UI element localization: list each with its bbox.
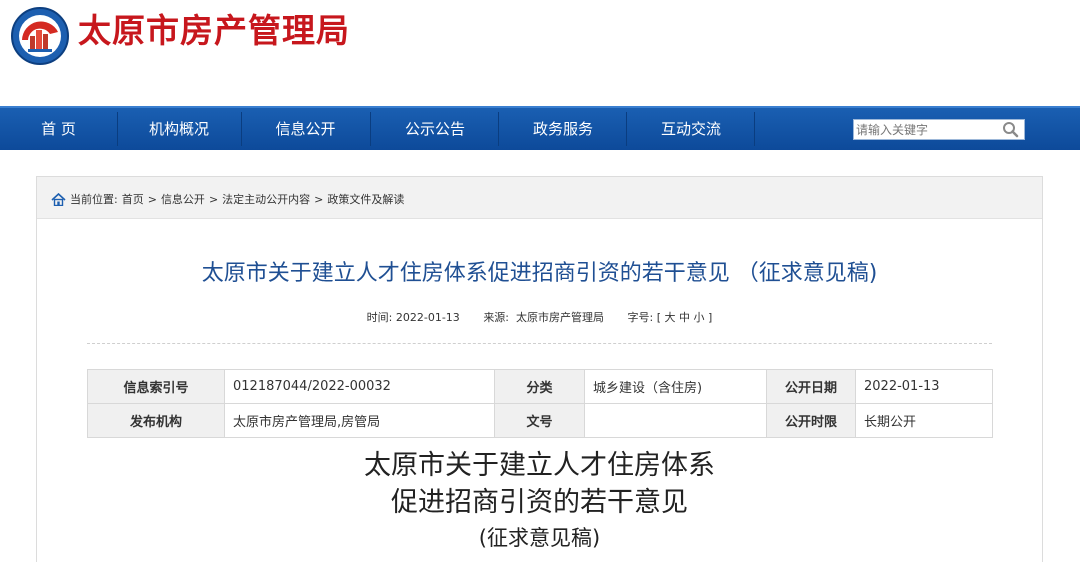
nav-item-gov-services[interactable]: 政务服务 [500,108,626,150]
content-panel: 当前位置: 首页 > 信息公开 > 法定主动公开内容 > 政策文件及解读 太原市… [36,176,1043,562]
value-index-number: 012187044/2022-00032 [224,369,495,404]
main-nav: 首 页 机构概况 信息公开 公示公告 政务服务 互动交流 [0,106,1080,150]
article-meta: 时间: 2022-01-13 来源: 太原市房产管理局 字号: [ 大 中 小 … [37,309,1042,325]
nav-separator [498,112,499,146]
source: 来源: 太原市房产管理局 [483,311,604,324]
breadcrumb: 当前位置: 首页 > 信息公开 > 法定主动公开内容 > 政策文件及解读 [51,191,404,207]
nav-item-interaction[interactable]: 互动交流 [628,108,754,150]
breadcrumb-link-statutory[interactable]: 法定主动公开内容 [222,191,310,207]
font-size-control: 字号: [ 大 中 小 ] [628,311,713,324]
search-input[interactable] [856,120,996,139]
label-category: 分类 [494,369,585,404]
nav-item-info-disclosure[interactable]: 信息公开 [243,108,368,150]
label-publish-date: 公开日期 [766,369,856,404]
breadcrumb-bar: 当前位置: 首页 > 信息公开 > 法定主动公开内容 > 政策文件及解读 [37,177,1042,219]
font-size-options[interactable]: [ 大 中 小 ] [657,311,713,324]
breadcrumb-link-home[interactable]: 首页 [122,191,144,207]
nav-separator [117,112,118,146]
source-value: 太原市房产管理局 [516,311,605,324]
breadcrumb-separator: > [314,192,324,206]
value-category: 城乡建设（含住房) [584,369,767,404]
nav-item-about[interactable]: 机构概况 [119,108,239,150]
table-row: 发布机构 太原市房产管理局,房管局 文号 公开时限 长期公开 [87,403,993,438]
document-subtitle: (征求意见稿) [478,526,601,550]
document-title-line2: 促进招商引资的若干意见 [391,487,688,518]
breadcrumb-prefix: 当前位置: [70,193,118,206]
breadcrumb-separator: > [208,192,219,206]
time-value: 2022-01-13 [395,311,460,324]
nav-item-announcements[interactable]: 公示公告 [372,108,498,150]
site-header: 太原市房产管理局 [0,0,1080,106]
document-title-line1: 太原市关于建立人才住房体系 [364,450,715,481]
font-size-label: 字号: [627,311,654,324]
label-disclosure-period: 公开时限 [766,403,856,438]
publish-time: 时间: 2022-01-13 [367,311,460,324]
label-publisher: 发布机构 [87,403,225,438]
label-doc-number: 文号 [494,403,585,438]
label-index-number: 信息索引号 [87,369,225,404]
nav-separator [626,112,627,146]
breadcrumb-separator: > [147,192,157,206]
time-label: 时间: [366,311,393,324]
site-title: 太原市房产管理局 [78,11,350,50]
nav-separator [754,112,755,146]
table-row: 信息索引号 012187044/2022-00032 分类 城乡建设（含住房) … [87,369,993,404]
breadcrumb-link-info[interactable]: 信息公开 [161,191,205,207]
nav-separator [370,112,371,146]
value-doc-number [584,403,767,438]
value-publisher: 太原市房产管理局,房管局 [224,403,495,438]
city-emblem-icon[interactable] [10,6,70,66]
magnifier-icon[interactable] [1000,121,1022,138]
divider [87,343,992,344]
search-box [853,119,1025,140]
source-label: 来源: [483,311,510,324]
nav-separator [241,112,242,146]
value-publish-date: 2022-01-13 [855,369,993,404]
info-table: 信息索引号 012187044/2022-00032 分类 城乡建设（含住房) … [87,369,993,438]
home-icon [51,192,66,206]
value-disclosure-period: 长期公开 [855,403,993,438]
breadcrumb-link-policy[interactable]: 政策文件及解读 [327,191,404,207]
article-title: 太原市关于建立人才住房体系促进招商引资的若干意见 （征求意见稿) [201,261,878,286]
nav-item-home[interactable]: 首 页 [0,108,117,150]
document-title: 太原市关于建立人才住房体系 促进招商引资的若干意见 [37,447,1042,521]
